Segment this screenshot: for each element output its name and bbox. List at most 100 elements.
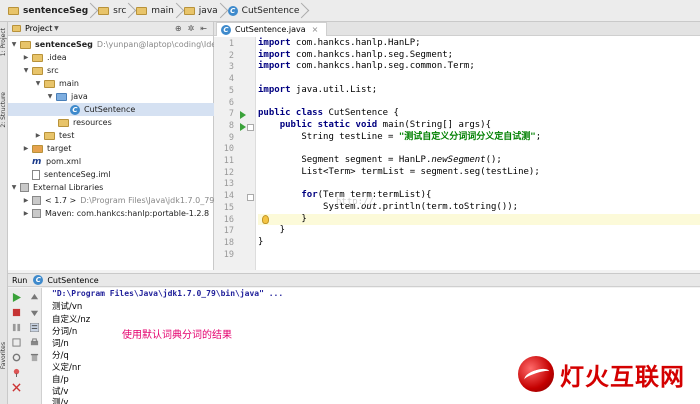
project-panel-header: Project ▼ ⊕ ✲ ⇤ — [8, 22, 213, 36]
tree-item-target[interactable]: ▶ target — [22, 142, 72, 155]
pause-icon[interactable] — [12, 323, 21, 332]
folder-icon — [44, 79, 55, 88]
breadcrumb-item-project[interactable]: sentenceSeg — [4, 0, 94, 22]
breadcrumb-item-class[interactable]: C CutSentence — [224, 0, 306, 22]
settings-icon[interactable] — [12, 353, 21, 362]
chevron-right-icon[interactable]: ▶ — [34, 132, 42, 139]
console-line: 自定义/nz — [52, 315, 91, 325]
logo-emblem-icon — [518, 356, 554, 392]
line-number: 14 — [223, 191, 234, 202]
console-line: 词/n — [52, 339, 69, 349]
chevron-down-icon[interactable]: ▼ — [10, 184, 18, 191]
chevron-down-icon[interactable]: ▼ — [10, 41, 18, 48]
scroll-up-icon[interactable] — [30, 293, 39, 302]
class-icon: C — [227, 5, 238, 16]
code-line-2: import com.hankcs.hanlp.seg.Segment; — [258, 49, 454, 60]
fold-icon[interactable] — [247, 194, 254, 201]
tree-item-external-libraries[interactable]: ▼ External Libraries — [10, 181, 103, 194]
module-folder-icon — [20, 40, 31, 49]
chevron-down-icon[interactable]: ▼ — [22, 67, 30, 74]
console-line: 测试/vn — [52, 302, 83, 312]
line-number: 15 — [223, 202, 234, 213]
watermark-text: http:// — [336, 197, 374, 207]
code-line-14: for(Term term:termList){ — [301, 190, 432, 201]
chevron-down-icon[interactable]: ▼ — [52, 25, 60, 32]
breadcrumb: sentenceSeg src main java C CutSentence — [0, 0, 700, 22]
collapse-icon[interactable]: ⇤ — [200, 24, 207, 33]
annotation-note: 使用默认词典分词的结果 — [122, 330, 232, 341]
chevron-right-icon[interactable]: ▶ — [22, 197, 30, 204]
code-line-3: import com.hankcs.hanlp.seg.common.Term; — [258, 61, 475, 72]
file-icon — [32, 169, 40, 180]
site-logo: 灯火互联网 — [518, 356, 685, 392]
breadcrumb-item-main[interactable]: main — [132, 0, 180, 22]
code-line-18: } — [258, 236, 264, 247]
line-number: 19 — [223, 249, 234, 260]
tree-item-pom[interactable]: m pom.xml — [32, 155, 81, 168]
console-line: 自/p — [52, 375, 69, 385]
line-number: 1 — [228, 39, 234, 49]
chevron-down-icon[interactable]: ▼ — [46, 93, 54, 100]
tool-window-project[interactable]: 1: Project — [0, 28, 8, 56]
logo-text: 灯火互联网 — [560, 362, 685, 391]
excluded-folder-icon — [32, 144, 43, 153]
run-class-icon[interactable] — [240, 111, 246, 119]
gear-icon[interactable]: ✲ — [188, 24, 195, 33]
tree-item-jdk[interactable]: ▶ < 1.7 > D:\Program Files\Java\jdk1.7.0… — [22, 194, 214, 207]
tree-item-iml[interactable]: sentenceSeg.iml — [32, 168, 110, 181]
line-number: 5 — [228, 85, 234, 96]
class-icon: C — [221, 24, 231, 35]
tree-item-resources[interactable]: resources — [58, 116, 112, 129]
tree-item-cutsentence[interactable]: C CutSentence — [8, 103, 214, 116]
stop-icon[interactable] — [12, 308, 21, 317]
project-panel-title[interactable]: Project — [25, 24, 52, 33]
breadcrumb-item-java[interactable]: java — [180, 0, 224, 22]
line-number: 10 — [223, 144, 234, 155]
chevron-right-icon[interactable]: ▶ — [22, 145, 30, 152]
class-icon: C — [33, 275, 44, 285]
jdk-icon — [32, 196, 41, 205]
tree-item-test[interactable]: ▶ test — [34, 129, 75, 142]
tree-item-idea[interactable]: ▶ .idea — [22, 51, 67, 64]
tree-item-java[interactable]: ▼ java — [46, 90, 88, 103]
sync-icon[interactable]: ⊕ — [175, 24, 182, 33]
chevron-right-icon[interactable]: ▶ — [22, 54, 30, 61]
soft-wrap-icon[interactable] — [30, 323, 39, 332]
breadcrumb-item-src[interactable]: src — [94, 0, 132, 22]
fold-icon[interactable] — [247, 124, 254, 131]
line-number: 7 — [228, 109, 234, 120]
close-icon[interactable]: × — [312, 25, 319, 34]
tool-window-structure[interactable]: 2: Structure — [0, 92, 8, 128]
run-panel-label[interactable]: Run — [12, 276, 27, 285]
run-main-icon[interactable] — [240, 123, 246, 131]
tree-item-src[interactable]: ▼ src — [22, 64, 59, 77]
line-number: 3 — [228, 62, 234, 73]
pin-icon[interactable] — [12, 368, 21, 377]
rerun-icon[interactable] — [12, 293, 21, 302]
chevron-down-icon[interactable]: ▼ — [34, 80, 42, 87]
run-config-tab[interactable]: C CutSentence — [33, 275, 99, 285]
tab-cutsentence-java[interactable]: C CutSentence.java × — [216, 22, 328, 36]
tree-item-main[interactable]: ▼ main — [34, 77, 79, 90]
code-line-12: List<Term> termList = segment.seg(testLi… — [258, 166, 540, 177]
code-line-16: } — [258, 213, 700, 226]
source-folder-icon — [56, 92, 67, 101]
folder-icon — [98, 6, 110, 15]
dump-threads-icon[interactable] — [12, 338, 21, 347]
lightbulb-icon[interactable] — [262, 215, 269, 224]
print-icon[interactable] — [30, 338, 39, 347]
chevron-right-icon[interactable]: ▶ — [22, 210, 30, 217]
code-line-5: import java.util.List; — [258, 84, 378, 95]
code-area[interactable]: import com.hankcs.hanlp.HanLP; import co… — [258, 37, 700, 270]
tool-window-favorites[interactable]: Favorites — [0, 342, 8, 369]
folder-icon — [32, 53, 43, 62]
clear-icon[interactable] — [30, 353, 39, 362]
tree-item-maven-hanlp[interactable]: ▶ Maven: com.hankcs:hanlp:portable-1.2.8 — [22, 207, 209, 220]
tree-item-sentenceseg[interactable]: ▼ sentenceSeg D:\yunpan@laptop\coding\Id… — [10, 38, 234, 51]
line-number: 18 — [223, 237, 234, 248]
scroll-down-icon[interactable] — [30, 308, 39, 317]
close-run-icon[interactable] — [12, 383, 21, 392]
